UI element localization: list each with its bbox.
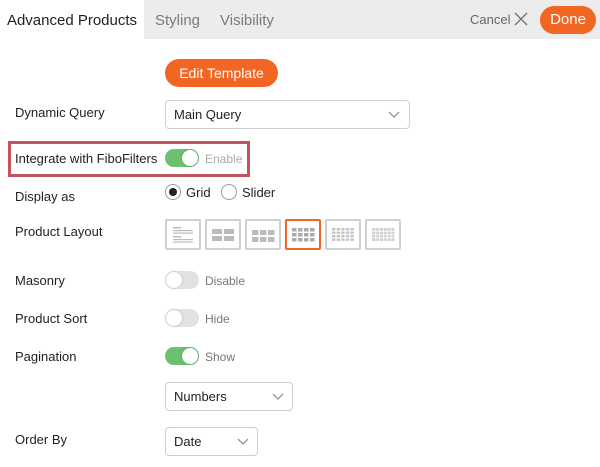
display-as-label: Display as (15, 189, 75, 204)
panel-header: Advanced Products Styling Visibility Can… (0, 0, 600, 39)
dynamic-query-value: Main Query (174, 107, 242, 122)
grid-6-col-icon (372, 228, 395, 241)
pagination-toggle[interactable] (165, 347, 199, 365)
edit-template-button[interactable]: Edit Template (165, 59, 278, 87)
done-button[interactable]: Done (540, 6, 596, 34)
integrate-fibofilters-toggle[interactable] (165, 149, 199, 167)
integrate-state-text: Enable (205, 152, 243, 166)
pagination-state-text: Show (205, 350, 236, 364)
tab-styling[interactable]: Styling (155, 0, 200, 39)
toggle-knob (182, 150, 198, 166)
dynamic-query-label: Dynamic Query (15, 105, 105, 120)
order-by-select[interactable]: Date (165, 427, 258, 456)
product-sort-toggle[interactable] (165, 309, 199, 327)
layout-option-4-col[interactable] (285, 219, 321, 250)
order-by-value: Date (174, 434, 202, 449)
grid-4-col-icon (292, 228, 315, 242)
radio-selected-dot (169, 188, 177, 196)
pagination-type-select[interactable]: Numbers (165, 382, 293, 411)
masonry-state-text: Disable (205, 274, 246, 288)
pagination-type-value: Numbers (174, 389, 227, 404)
slider-radio-label[interactable]: Slider (242, 186, 275, 200)
chevron-down-icon (272, 393, 284, 400)
pagination-label: Pagination (15, 349, 77, 364)
toggle-knob (166, 272, 182, 288)
toggle-knob (166, 310, 182, 326)
grid-5-col-icon (332, 228, 354, 241)
dynamic-query-select[interactable]: Main Query (165, 100, 410, 129)
grid-radio[interactable] (165, 184, 181, 200)
layout-option-5-col[interactable] (325, 219, 361, 250)
masonry-label: Masonry (15, 273, 65, 288)
integrate-fibofilters-label: Integrate with FiboFilters (15, 151, 158, 166)
order-by-label: Order By (15, 432, 68, 447)
cancel-button[interactable]: Cancel (470, 12, 510, 28)
layout-option-list[interactable] (165, 219, 201, 250)
tab-visibility[interactable]: Visibility (220, 0, 274, 39)
toggle-knob (182, 348, 198, 364)
grid-3-col-icon (252, 230, 275, 242)
layout-option-2-col[interactable] (205, 219, 241, 250)
product-layout-label: Product Layout (15, 224, 103, 239)
masonry-toggle[interactable] (165, 271, 199, 289)
grid-2-col-icon (212, 229, 234, 241)
chevron-down-icon (388, 111, 400, 118)
tab-advanced-products[interactable]: Advanced Products (0, 0, 144, 39)
product-sort-state-text: Hide (205, 312, 230, 326)
layout-option-6-col[interactable] (365, 219, 401, 250)
layout-option-3-col[interactable] (245, 219, 281, 250)
slider-radio[interactable] (221, 184, 237, 200)
list-layout-icon (173, 227, 193, 243)
product-sort-label: Product Sort (15, 311, 88, 326)
chevron-down-icon (237, 438, 249, 445)
close-icon[interactable] (514, 12, 528, 26)
grid-radio-label[interactable]: Grid (186, 186, 211, 200)
